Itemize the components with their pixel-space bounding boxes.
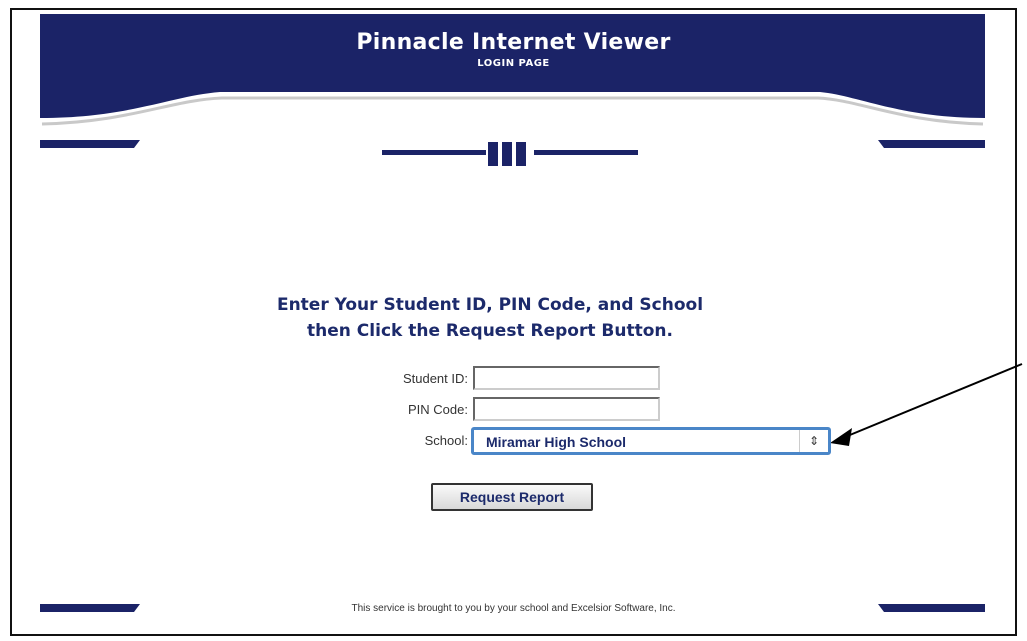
page-subtitle: LOGIN PAGE bbox=[477, 58, 550, 69]
select-updown-icon: ⇕ bbox=[799, 430, 828, 452]
instructions-line-2: then Click the Request Report Button. bbox=[307, 321, 673, 341]
footer-text: This service is brought to you by your s… bbox=[351, 603, 676, 614]
center-ornament-icon bbox=[382, 142, 638, 166]
student-id-label: Student ID: bbox=[402, 371, 468, 386]
annotation-arrow-icon bbox=[830, 363, 1023, 446]
pin-code-input[interactable] bbox=[473, 397, 660, 421]
pin-code-label: PIN Code: bbox=[408, 402, 468, 417]
page-title: Pinnacle Internet Viewer bbox=[356, 30, 671, 55]
right-accent-bar bbox=[878, 140, 985, 148]
request-report-button[interactable]: Request Report bbox=[431, 483, 593, 511]
school-select-value: Miramar High School bbox=[486, 434, 627, 450]
school-label: School: bbox=[424, 433, 468, 448]
school-select[interactable]: Miramar High School ⇕ bbox=[471, 427, 831, 455]
instructions-line-1: Enter Your Student ID, PIN Code, and Sch… bbox=[276, 295, 704, 315]
instructions: Enter Your Student ID, PIN Code, and Sch… bbox=[160, 292, 820, 344]
left-accent-bar bbox=[40, 140, 140, 148]
student-id-input[interactable] bbox=[473, 366, 660, 390]
